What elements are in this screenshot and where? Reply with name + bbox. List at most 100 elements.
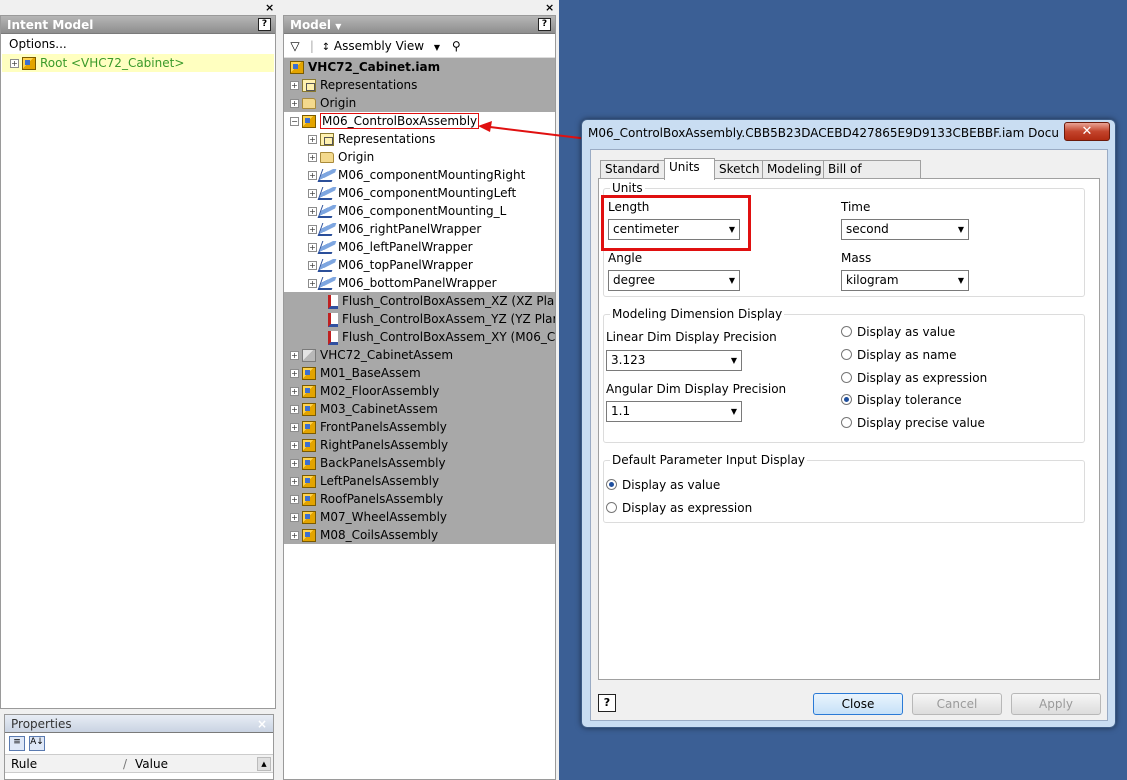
expand-icon[interactable]: + <box>308 171 317 180</box>
model-close-icon[interactable]: × <box>545 1 554 14</box>
expand-icon[interactable]: + <box>290 513 299 522</box>
expand-icon[interactable]: + <box>290 531 299 540</box>
tab-standard[interactable]: Standard <box>600 160 665 179</box>
tree-row[interactable]: Flush_ControlBoxAssem_YZ (YZ Plar <box>284 310 555 328</box>
assembly-icon <box>302 457 316 470</box>
tab-bill-of-materials[interactable]: Bill of Materials <box>823 160 921 193</box>
categorized-icon[interactable]: ≡ <box>9 736 25 751</box>
tree-row[interactable]: + VHC72_CabinetAssem <box>284 346 555 364</box>
expand-icon[interactable]: + <box>308 135 317 144</box>
tree-row[interactable]: Flush_ControlBoxAssem_XY (M06_C <box>284 328 555 346</box>
radio-display-as-expression[interactable]: Display as expression <box>841 371 987 385</box>
tab-sketch[interactable]: Sketch <box>714 160 763 179</box>
expand-icon[interactable]: + <box>290 369 299 378</box>
tree-row[interactable]: + Origin <box>284 94 555 112</box>
expand-icon[interactable]: + <box>10 59 19 68</box>
angular-precision-select[interactable]: 1.1 ▼ <box>606 401 742 422</box>
tree-label: Origin <box>338 150 375 164</box>
scroll-up-icon[interactable]: ▲ <box>257 757 271 771</box>
cancel-button[interactable]: Cancel <box>912 693 1002 715</box>
expand-icon[interactable]: + <box>290 81 299 90</box>
radio-label: Display tolerance <box>857 393 962 407</box>
expand-icon[interactable]: + <box>308 225 317 234</box>
tree-label: M02_FloorAssembly <box>320 384 440 398</box>
collapse-icon[interactable]: − <box>290 117 299 126</box>
expand-icon[interactable]: + <box>290 459 299 468</box>
expand-icon[interactable]: + <box>290 99 299 108</box>
tree-row[interactable]: + LeftPanelsAssembly <box>284 472 555 490</box>
tree-row[interactable]: + M08_CoilsAssembly <box>284 526 555 544</box>
tree-row[interactable]: Flush_ControlBoxAssem_XZ (XZ Pla <box>284 292 555 310</box>
tab-modeling[interactable]: Modeling <box>762 160 824 179</box>
help-icon[interactable]: ? <box>538 18 551 31</box>
tree-row[interactable]: + M06_topPanelWrapper <box>284 256 555 274</box>
expand-icon[interactable]: + <box>308 243 317 252</box>
model-dropdown-icon[interactable]: ▼ <box>335 22 341 31</box>
angle-select[interactable]: degree ▼ <box>608 270 740 291</box>
expand-icon[interactable]: + <box>290 495 299 504</box>
tree-label: M06_componentMounting_L <box>338 204 507 218</box>
help-icon[interactable]: ? <box>258 18 271 31</box>
assembly-view-label[interactable]: Assembly View <box>334 39 424 53</box>
assembly-icon <box>22 57 36 70</box>
tree-row[interactable]: + M06_leftPanelWrapper <box>284 238 555 256</box>
tree-row[interactable]: + FrontPanelsAssembly <box>284 418 555 436</box>
radio-display-precise-value[interactable]: Display precise value <box>841 416 985 430</box>
radio-display-as-name[interactable]: Display as name <box>841 348 957 362</box>
tree-row[interactable]: + Origin <box>284 148 555 166</box>
tree-row[interactable]: + RightPanelsAssembly <box>284 436 555 454</box>
expand-icon[interactable]: + <box>290 405 299 414</box>
tree-row[interactable]: + M06_componentMountingRight <box>284 166 555 184</box>
expand-icon[interactable]: + <box>308 153 317 162</box>
tree-row[interactable]: + M07_WheelAssembly <box>284 508 555 526</box>
tree-row[interactable]: + BackPanelsAssembly <box>284 454 555 472</box>
expand-icon[interactable]: + <box>290 423 299 432</box>
close-button[interactable]: Close <box>813 693 903 715</box>
tree-row[interactable]: + RoofPanelsAssembly <box>284 490 555 508</box>
expand-icon[interactable]: + <box>308 261 317 270</box>
linear-precision-select[interactable]: 3.123 ▼ <box>606 350 742 371</box>
tree-row[interactable]: + M06_componentMounting_L <box>284 202 555 220</box>
tree-row[interactable]: + M06_rightPanelWrapper <box>284 220 555 238</box>
radio-param-display-as-value[interactable]: Display as value <box>606 478 720 492</box>
expand-icon[interactable]: + <box>290 351 299 360</box>
tree-label: M08_CoilsAssembly <box>320 528 439 542</box>
chevron-down-icon: ▼ <box>730 407 737 416</box>
value-column-header[interactable]: Value <box>135 755 168 773</box>
view-dropdown-icon[interactable]: ▼ <box>434 43 440 52</box>
model-title[interactable]: Model <box>290 18 331 32</box>
time-select[interactable]: second ▼ <box>841 219 969 240</box>
expand-icon[interactable]: + <box>308 207 317 216</box>
tree-row[interactable]: + M06_componentMountingLeft <box>284 184 555 202</box>
filter-icon[interactable]: ▽ <box>288 34 302 58</box>
find-icon[interactable]: ⚲ <box>452 39 461 53</box>
radio-display-tolerance[interactable]: Display tolerance <box>841 393 962 407</box>
expand-icon[interactable]: + <box>290 477 299 486</box>
apply-button[interactable]: Apply <box>1011 693 1101 715</box>
radio-param-display-as-expression[interactable]: Display as expression <box>606 501 752 515</box>
tree-row[interactable]: + M01_BaseAssem <box>284 364 555 382</box>
flush-constraint-icon <box>328 312 338 327</box>
expand-icon[interactable]: + <box>290 387 299 396</box>
help-icon[interactable]: ? <box>598 694 616 712</box>
mass-select[interactable]: kilogram ▼ <box>841 270 969 291</box>
tree-row[interactable]: + Representations <box>284 76 555 94</box>
tree-root-row[interactable]: VHC72_Cabinet.iam <box>284 58 555 76</box>
options-menu[interactable]: Options... <box>1 34 275 54</box>
tree-row[interactable]: + M03_CabinetAssem <box>284 400 555 418</box>
radio-display-as-value[interactable]: Display as value <box>841 325 955 339</box>
intent-close-icon[interactable]: × <box>265 1 274 14</box>
part-icon <box>317 169 337 182</box>
dialog-close-icon[interactable]: ✕ <box>1064 122 1110 141</box>
sort-az-icon[interactable]: A↓ <box>29 736 45 751</box>
tree-row[interactable]: + M06_bottomPanelWrapper <box>284 274 555 292</box>
expand-icon[interactable]: + <box>290 441 299 450</box>
expand-icon[interactable]: + <box>308 189 317 198</box>
part-icon <box>317 277 337 290</box>
intent-root-row[interactable]: + Root <VHC72_Cabinet> <box>2 54 274 72</box>
expand-icon[interactable]: + <box>308 279 317 288</box>
rule-column-header[interactable]: Rule <box>11 755 37 773</box>
properties-close-icon[interactable]: × <box>257 715 267 733</box>
tab-units[interactable]: Units <box>664 158 715 180</box>
tree-row[interactable]: + M02_FloorAssembly <box>284 382 555 400</box>
